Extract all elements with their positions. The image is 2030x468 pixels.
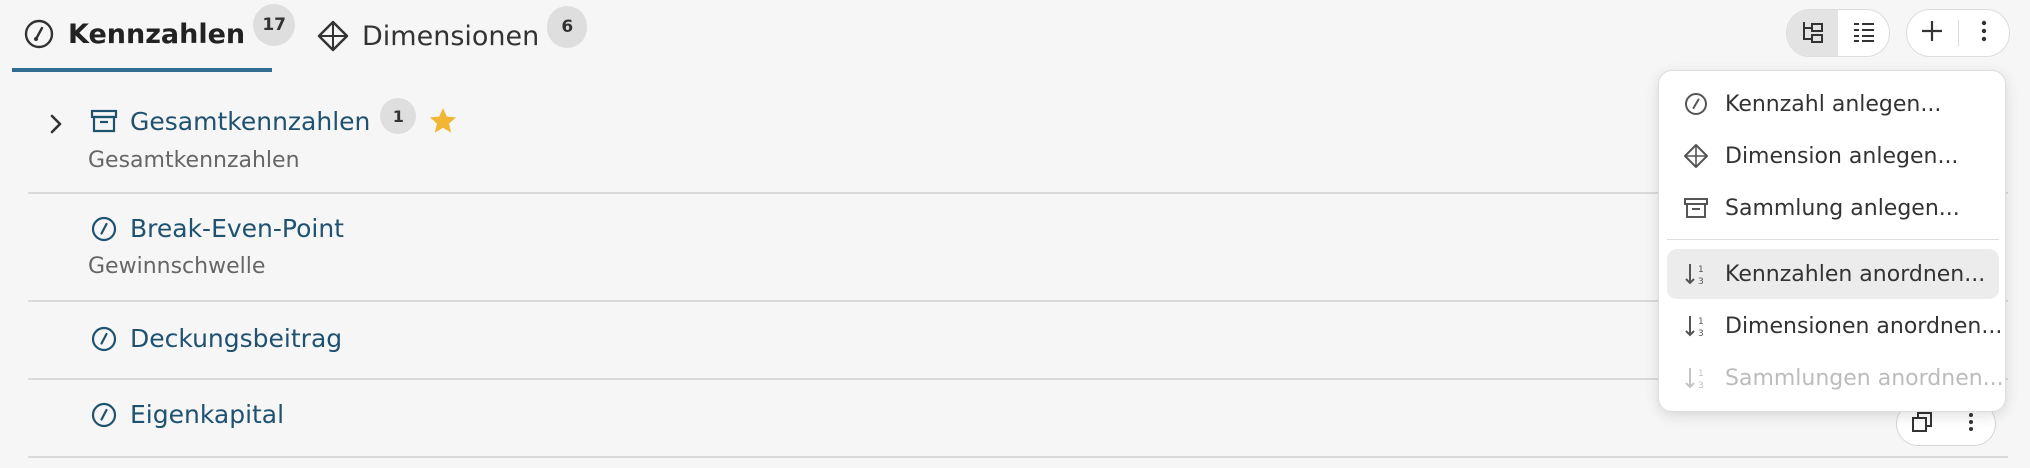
copy-icon	[1910, 410, 1934, 438]
list-view-icon	[1851, 19, 1877, 49]
tab-dimensionen-count: 6	[547, 6, 588, 48]
add-button[interactable]	[1907, 10, 1958, 56]
archive-icon	[1683, 195, 1709, 221]
list-view-button[interactable]	[1838, 10, 1889, 56]
menu-item-label: Kennzahl anlegen...	[1725, 91, 1942, 117]
list-item-title[interactable]: Deckungsbeitrag	[130, 324, 342, 353]
diamond-icon	[1683, 143, 1709, 169]
list-item-title[interactable]: Eigenkapital	[130, 400, 284, 429]
list-item-subtitle: Gewinnschwelle	[88, 254, 266, 279]
more-vertical-icon	[1971, 18, 1997, 48]
list-item-title-line: Eigenkapital	[90, 400, 284, 429]
gauge-icon	[90, 325, 118, 353]
list-item-title[interactable]: Break-Even-Point	[130, 214, 344, 243]
tab-kennzahlen-count: 17	[253, 4, 296, 46]
tree-view-icon	[1800, 19, 1826, 49]
svg-text:1: 1	[1698, 317, 1704, 327]
view-toggle	[1786, 9, 1890, 57]
menu-item-order-collections: 13 Sammlungen anordnen...	[1667, 353, 2004, 403]
svg-text:1: 1	[1698, 265, 1704, 275]
menu-item-order-dimensions[interactable]: 13 Dimensionen anordnen...	[1667, 301, 2003, 351]
metrics-page: Kennzahlen 17 Dimensionen 6 Gesamtkennza…	[0, 0, 2030, 468]
toolbar-actions	[1906, 9, 2010, 57]
menu-item-label: Kennzahlen anordnen...	[1725, 261, 1986, 287]
menu-item-label: Sammlung anlegen...	[1725, 195, 1960, 221]
list-item-title-line: Deckungsbeitrag	[90, 324, 342, 353]
sort-icon: 13	[1683, 313, 1709, 339]
star-icon[interactable]	[428, 106, 458, 136]
diamond-icon	[316, 19, 350, 53]
gauge-icon	[90, 215, 118, 243]
archive-icon	[90, 107, 118, 135]
list-item-title[interactable]: Gesamtkennzahlen	[130, 107, 370, 136]
tab-kennzahlen[interactable]: Kennzahlen 17	[12, 0, 296, 72]
sort-icon: 13	[1683, 365, 1709, 391]
more-button[interactable]	[1958, 10, 2009, 56]
menu-item-create-collection[interactable]: Sammlung anlegen...	[1667, 183, 1999, 233]
actions-menu: Kennzahl anlegen... Dimension anlegen...…	[1658, 70, 2006, 412]
list-item-subtitle: Gesamtkennzahlen	[88, 148, 300, 173]
menu-item-create-dimension[interactable]: Dimension anlegen...	[1667, 131, 1999, 181]
gauge-icon	[1683, 91, 1709, 117]
list-item-title-line: Break-Even-Point	[90, 214, 344, 243]
chevron-right-icon[interactable]	[42, 110, 70, 138]
gauge-icon	[22, 17, 56, 51]
menu-item-create-metric[interactable]: Kennzahl anlegen...	[1667, 79, 1999, 129]
tab-kennzahlen-label: Kennzahlen	[68, 18, 246, 50]
menu-item-order-metrics[interactable]: 13 Kennzahlen anordnen...	[1667, 249, 1999, 299]
tab-bar: Kennzahlen 17 Dimensionen 6	[0, 0, 2030, 72]
list-item-title-line: Gesamtkennzahlen 1	[90, 98, 458, 136]
more-vertical-icon	[1959, 410, 1983, 438]
tab-dimensionen[interactable]: Dimensionen 6	[312, 0, 588, 72]
svg-text:3: 3	[1698, 277, 1704, 287]
svg-text:3: 3	[1698, 381, 1704, 391]
plus-icon	[1919, 18, 1945, 48]
svg-text:1: 1	[1698, 369, 1704, 379]
svg-text:3: 3	[1698, 329, 1704, 339]
menu-divider	[1667, 239, 1999, 240]
tree-view-button[interactable]	[1787, 10, 1838, 56]
menu-item-label: Dimensionen anordnen...	[1725, 313, 2003, 339]
gauge-icon	[90, 401, 118, 429]
sort-icon: 13	[1683, 261, 1709, 287]
menu-item-label: Dimension anlegen...	[1725, 143, 1959, 169]
menu-item-label: Sammlungen anordnen...	[1725, 365, 2004, 391]
tab-dimensionen-label: Dimensionen	[362, 20, 540, 52]
list-item-count: 1	[380, 98, 417, 134]
